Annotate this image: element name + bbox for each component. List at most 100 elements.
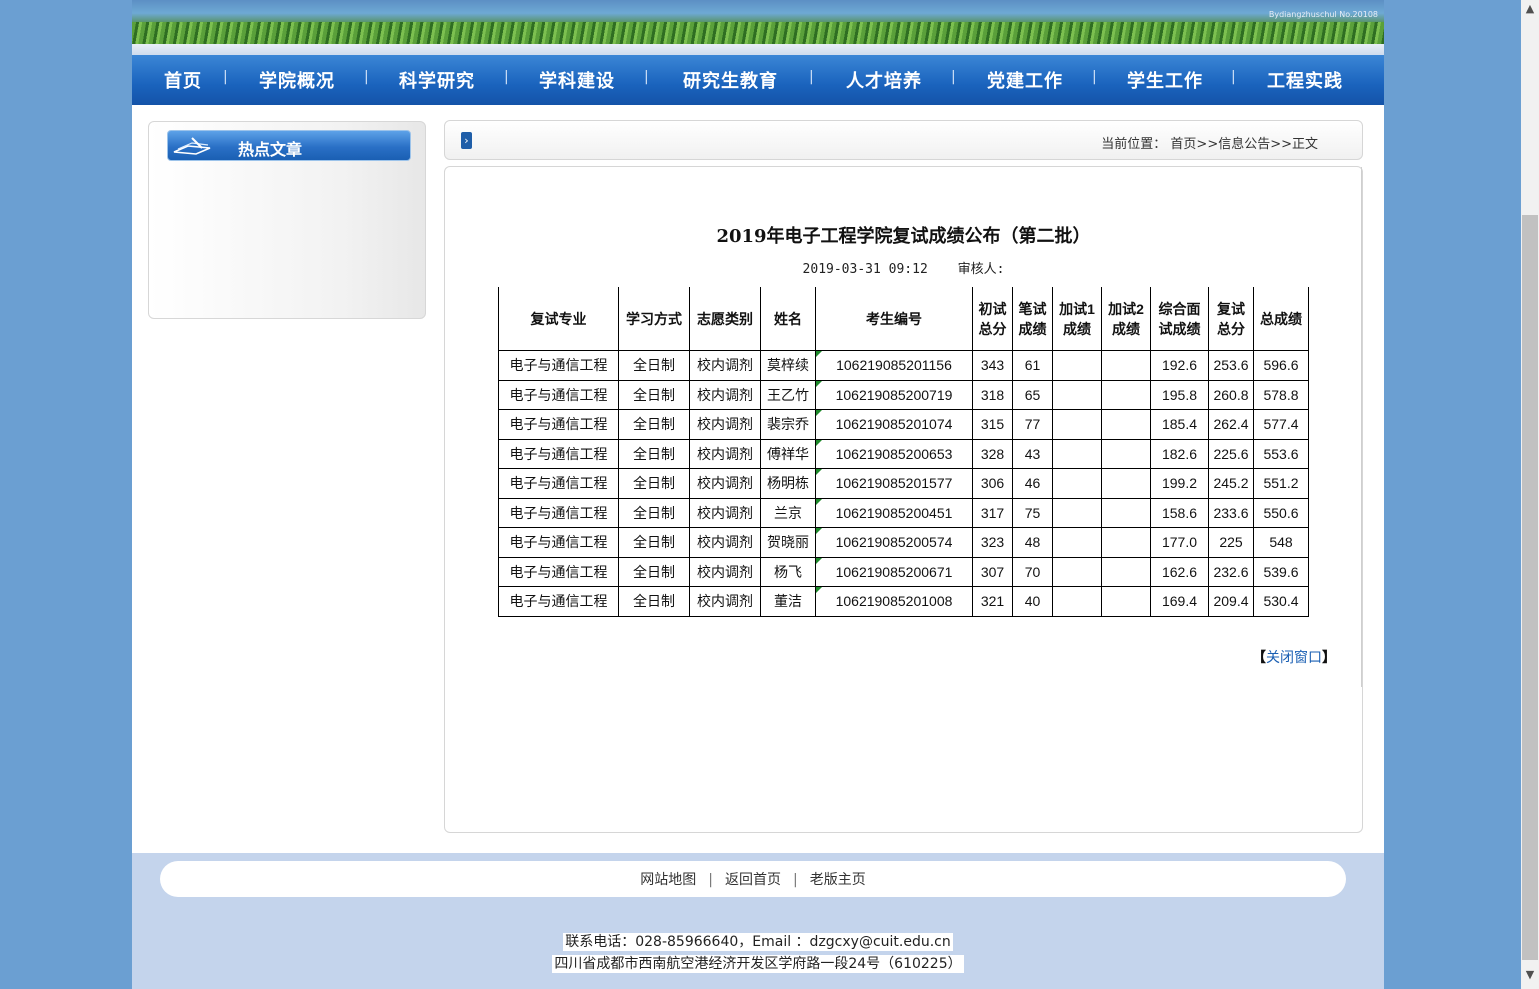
table-cell: 全日制 bbox=[618, 586, 690, 617]
table-cell: 董洁 bbox=[760, 586, 816, 617]
close-window-link[interactable]: 关闭窗口 bbox=[1266, 650, 1322, 666]
table-cell: 317 bbox=[972, 497, 1013, 528]
table-cell: 260.8 bbox=[1208, 379, 1254, 410]
header-banner: Bydiangzhuschul No.20108 bbox=[132, 0, 1384, 44]
table-cell: 贺晓丽 bbox=[760, 527, 816, 558]
table-cell bbox=[1101, 556, 1151, 587]
footer-separator: | bbox=[708, 872, 713, 888]
table-cell bbox=[1052, 438, 1102, 469]
table-cell bbox=[1052, 350, 1102, 381]
footer: 网站地图 | 返回首页 | 老版主页 联系电话：028-85966640，Email ：… bbox=[132, 853, 1384, 989]
table-cell bbox=[1052, 409, 1102, 440]
book-icon bbox=[173, 137, 211, 155]
table-cell bbox=[1101, 527, 1151, 558]
table-cell: 306 bbox=[972, 468, 1013, 499]
column-header: 综合面 试成绩 bbox=[1150, 287, 1209, 351]
banner-strip bbox=[132, 44, 1384, 55]
nav-item-1[interactable]: 学院概况 bbox=[259, 67, 335, 93]
table-cell: 192.6 bbox=[1150, 350, 1209, 381]
nav-item-7[interactable]: 学生工作 bbox=[1127, 67, 1203, 93]
nav-item-8[interactable]: 工程实践 bbox=[1267, 67, 1343, 93]
table-cell: 莫梓续 bbox=[760, 350, 816, 381]
table-cell: 全日制 bbox=[618, 409, 690, 440]
banner-grass-image bbox=[132, 22, 1384, 44]
scrollbar-thumb[interactable] bbox=[1522, 215, 1538, 960]
table-cell: 40 bbox=[1012, 586, 1053, 617]
column-header: 复试 总分 bbox=[1208, 287, 1254, 351]
nav-item-3[interactable]: 学科建设 bbox=[539, 67, 615, 93]
footer-separator: | bbox=[793, 872, 798, 888]
table-body: 电子与通信工程 全日制 校内调剂 莫梓续 106219085201156 343 61 192… bbox=[498, 350, 1309, 617]
nav-item-2[interactable]: 科学研究 bbox=[399, 67, 475, 93]
table-cell: 电子与通信工程 bbox=[498, 350, 619, 381]
breadcrumb-bar: › 当前位置： 首页>>信息公告>>正文 bbox=[444, 120, 1363, 160]
nav-separator: | bbox=[504, 69, 509, 85]
nav-item-4[interactable]: 研究生教育 bbox=[683, 67, 778, 93]
bracket-close: 】 bbox=[1322, 650, 1336, 666]
table-cell: 177.0 bbox=[1150, 527, 1209, 558]
table-cell: 校内调剂 bbox=[689, 586, 761, 617]
table-cell: 65 bbox=[1012, 379, 1053, 410]
table-cell: 106219085200451 bbox=[815, 497, 973, 528]
nav-separator: | bbox=[809, 69, 814, 85]
table-cell: 48 bbox=[1012, 527, 1053, 558]
table-cell: 全日制 bbox=[618, 438, 690, 469]
table-cell: 343 bbox=[972, 350, 1013, 381]
banner-tag: Bydiangzhuschul No.20108 bbox=[1268, 10, 1378, 19]
nav-item-5[interactable]: 人才培养 bbox=[846, 67, 922, 93]
table-row: 电子与通信工程 全日制 校内调剂 董洁 106219085201008 321 40 169.… bbox=[498, 586, 1309, 617]
nav-separator: | bbox=[364, 69, 369, 85]
column-header: 加试1 成绩 bbox=[1052, 287, 1102, 351]
table-cell bbox=[1101, 497, 1151, 528]
address-text: 四川省成都市西南航空港经济开发区学府路一段24号（610225） bbox=[552, 955, 964, 973]
footer-address: 四川省成都市西南航空港经济开发区学府路一段24号（610225） bbox=[132, 953, 1384, 973]
sidebar-hot-articles: 热点文章 bbox=[148, 121, 426, 319]
table-cell: 106219085200653 bbox=[815, 438, 973, 469]
nav-item-0[interactable]: 首页 bbox=[164, 67, 202, 93]
table-row: 电子与通信工程 全日制 校内调剂 杨飞 106219085200671 307 70 162.… bbox=[498, 556, 1309, 587]
scroll-up-icon[interactable]: ▲ bbox=[1521, 0, 1539, 18]
breadcrumb-path[interactable]: 首页>>信息公告>>正文 bbox=[1170, 137, 1318, 152]
table-cell: 电子与通信工程 bbox=[498, 438, 619, 469]
table-row: 电子与通信工程 全日制 校内调剂 兰京 106219085200451 317 75 158.… bbox=[498, 497, 1309, 528]
table-cell: 全日制 bbox=[618, 379, 690, 410]
table-cell: 王乙竹 bbox=[760, 379, 816, 410]
table-cell: 校内调剂 bbox=[689, 468, 761, 499]
table-cell: 106219085201008 bbox=[815, 586, 973, 617]
table-cell: 全日制 bbox=[618, 350, 690, 381]
table-cell: 199.2 bbox=[1150, 468, 1209, 499]
table-cell: 75 bbox=[1012, 497, 1053, 528]
table-cell: 548 bbox=[1253, 527, 1309, 558]
table-cell: 校内调剂 bbox=[689, 409, 761, 440]
table-cell bbox=[1052, 379, 1102, 410]
table-cell: 553.6 bbox=[1253, 438, 1309, 469]
article-date: 2019-03-31 09:12 bbox=[802, 262, 928, 277]
table-cell: 傅祥华 bbox=[760, 438, 816, 469]
nav-separator: | bbox=[644, 69, 649, 85]
table-cell: 578.8 bbox=[1253, 379, 1309, 410]
table-cell: 225 bbox=[1208, 527, 1254, 558]
column-header: 初试 总分 bbox=[972, 287, 1013, 351]
table-cell: 328 bbox=[972, 438, 1013, 469]
footer-link-0[interactable]: 网站地图 bbox=[640, 872, 696, 888]
table-cell: 577.4 bbox=[1253, 409, 1309, 440]
sidebar-title: 热点文章 bbox=[238, 140, 303, 159]
table-cell: 307 bbox=[972, 556, 1013, 587]
table-cell: 539.6 bbox=[1253, 556, 1309, 587]
table-cell: 校内调剂 bbox=[689, 438, 761, 469]
column-header: 加试2 成绩 bbox=[1101, 287, 1151, 351]
article-panel: 2019年电子工程学院复试成绩公布（第二批） 2019-03-31 09:12 … bbox=[444, 166, 1363, 833]
nav-item-6[interactable]: 党建工作 bbox=[987, 67, 1063, 93]
footer-link-1[interactable]: 返回首页 bbox=[725, 872, 781, 888]
table-cell: 253.6 bbox=[1208, 350, 1254, 381]
table-cell: 裴宗乔 bbox=[760, 409, 816, 440]
footer-links: 网站地图 | 返回首页 | 老版主页 bbox=[160, 861, 1346, 897]
nav-separator: | bbox=[951, 69, 956, 85]
table-cell: 106219085200671 bbox=[815, 556, 973, 587]
table-cell: 195.8 bbox=[1150, 379, 1209, 410]
table-cell: 校内调剂 bbox=[689, 379, 761, 410]
scroll-down-icon[interactable]: ▼ bbox=[1521, 966, 1539, 984]
table-cell: 106219085200719 bbox=[815, 379, 973, 410]
footer-link-2[interactable]: 老版主页 bbox=[810, 872, 866, 888]
table-cell: 电子与通信工程 bbox=[498, 527, 619, 558]
